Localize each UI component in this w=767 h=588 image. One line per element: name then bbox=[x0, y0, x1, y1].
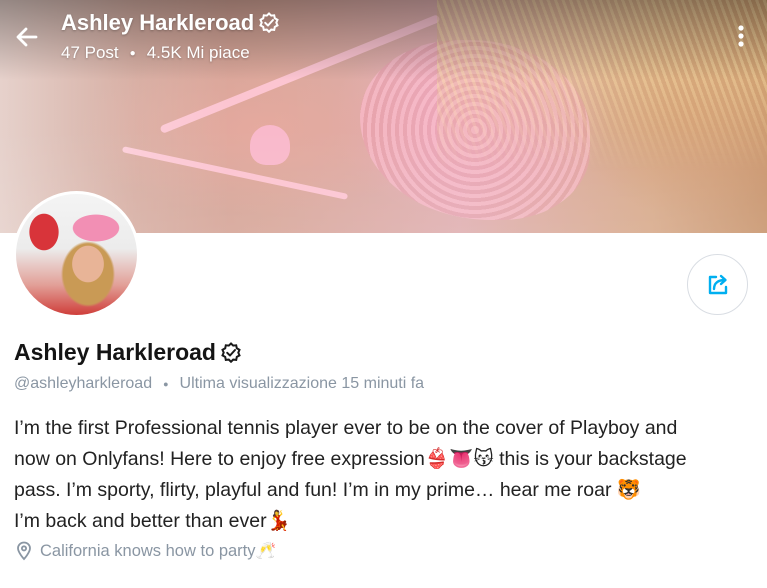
last-seen: Ultima visualizzazione 15 minuti fa bbox=[179, 375, 425, 392]
header-name: Ashley Harkleroad bbox=[61, 10, 255, 35]
location-pin-icon bbox=[17, 541, 31, 561]
bio-line: I’m the first Professional tennis player… bbox=[14, 417, 678, 439]
header-stats: 47 Post ● 4.5K Mi piace bbox=[61, 43, 250, 63]
share-icon bbox=[708, 274, 727, 294]
verified-badge-icon bbox=[221, 341, 241, 363]
location-text: California knows how to party🥂 bbox=[40, 541, 277, 560]
post-count: 47 Post bbox=[61, 43, 119, 62]
profile-name-row: Ashley Harkleroad bbox=[14, 339, 243, 366]
bio-line: now on Onlyfans! Here to enjoy free expr… bbox=[14, 448, 687, 470]
more-options-button[interactable] bbox=[729, 22, 753, 52]
arrow-left-icon bbox=[16, 27, 38, 47]
separator-dot: ● bbox=[129, 47, 136, 59]
back-button[interactable] bbox=[10, 20, 44, 54]
profile-meta: @ashleyharkleroad ● Ultima visualizzazio… bbox=[14, 375, 424, 393]
header-title: Ashley Harkleroad bbox=[61, 10, 281, 36]
share-button[interactable] bbox=[687, 254, 748, 315]
like-count: 4.5K Mi piace bbox=[146, 43, 250, 62]
separator-dot: ● bbox=[163, 379, 169, 389]
location: California knows how to party🥂 bbox=[16, 541, 276, 561]
profile-name: Ashley Harkleroad bbox=[14, 339, 216, 365]
verified-badge-icon bbox=[259, 12, 279, 34]
username: @ashleyharkleroad bbox=[14, 375, 153, 392]
profile-header-bar: Ashley Harkleroad 47 Post ● 4.5K Mi piac… bbox=[0, 0, 767, 80]
bio: I’m the first Professional tennis player… bbox=[14, 413, 754, 537]
bio-line: I’m back and better than ever💃 bbox=[14, 510, 291, 532]
bio-line: pass. I’m sporty, flirty, playful and fu… bbox=[14, 479, 642, 501]
more-vertical-icon bbox=[738, 25, 744, 47]
avatar[interactable] bbox=[13, 191, 140, 318]
